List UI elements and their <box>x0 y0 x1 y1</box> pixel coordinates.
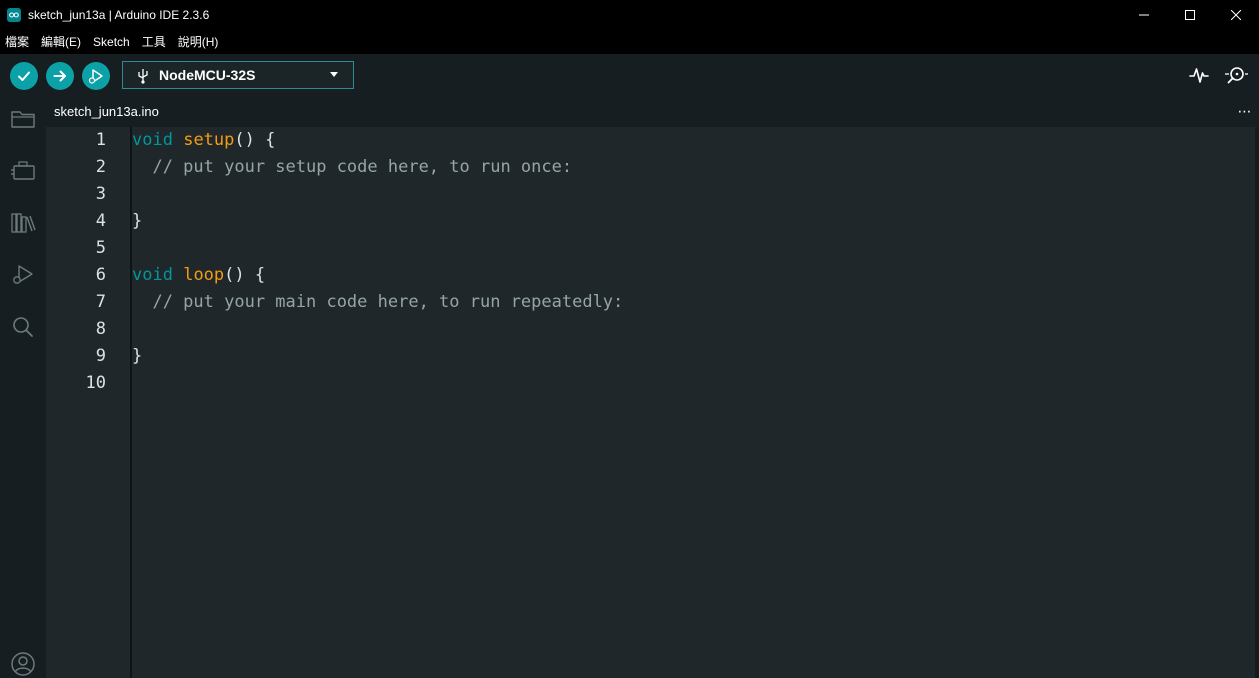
function-name: setup <box>183 130 235 150</box>
code-line: } <box>132 346 143 366</box>
title-bar: sketch_jun13a | Arduino IDE 2.3.6 <box>0 0 1259 29</box>
debug-panel-button[interactable] <box>9 261 37 289</box>
line-number-gutter: 1 2 3 4 5 6 7 8 9 10 <box>46 127 130 678</box>
code-line: void setup() { <box>132 130 275 150</box>
debug-icon <box>13 265 33 284</box>
board-selector[interactable]: NodeMCU-32S <box>122 61 354 89</box>
board-manager-icon <box>11 161 35 180</box>
line-number: 7 <box>95 292 106 312</box>
menu-file[interactable]: 檔案 <box>5 33 29 50</box>
ellipsis-icon: ⋯ <box>1237 102 1253 119</box>
line-number: 1 <box>95 130 106 150</box>
code-editor[interactable]: 1 2 3 4 5 6 7 8 9 10 void setup() { // p… <box>46 127 1259 678</box>
keyword: void <box>132 130 173 150</box>
code-line: // put your main code here, to run repea… <box>132 292 623 312</box>
activity-bar <box>0 96 46 678</box>
code-line: } <box>132 211 143 231</box>
arrow-right-icon <box>53 70 66 82</box>
library-icon <box>11 213 36 233</box>
code-punctuation: () { <box>234 130 276 150</box>
sketchbook-button[interactable] <box>9 105 37 133</box>
gutter-divider <box>130 127 132 678</box>
toolbar: NodeMCU-32S <box>0 54 1259 96</box>
serial-monitor-icon <box>1225 67 1248 84</box>
menu-bar: 檔案 編輯(E) Sketch 工具 說明(H) <box>0 29 1259 54</box>
maximize-button[interactable] <box>1167 0 1213 29</box>
close-button[interactable] <box>1213 0 1259 29</box>
code-line: // put your setup code here, to run once… <box>132 157 572 177</box>
code-comment: // put your main code here, to run repea… <box>132 292 624 312</box>
window-title: sketch_jun13a | Arduino IDE 2.3.6 <box>28 7 210 22</box>
upload-button[interactable] <box>46 62 74 90</box>
close-icon <box>1231 9 1241 20</box>
keyword: void <box>132 265 173 285</box>
menu-tools[interactable]: 工具 <box>142 33 166 50</box>
search-icon <box>13 317 33 337</box>
maximize-icon <box>1185 9 1195 20</box>
line-number: 10 <box>85 373 106 393</box>
board-name: NodeMCU-32S <box>159 67 256 83</box>
library-manager-button[interactable] <box>9 209 37 237</box>
menu-edit[interactable]: 編輯(E) <box>41 33 81 50</box>
debug-icon <box>88 69 103 84</box>
line-number: 5 <box>95 238 106 258</box>
minimize-button[interactable] <box>1121 0 1167 29</box>
serial-plotter-button[interactable] <box>1188 64 1210 91</box>
code-line: void loop() { <box>132 265 265 285</box>
board-manager-button[interactable] <box>9 157 37 185</box>
editor-tab-bar: sketch_jun13a.ino ⋯ <box>46 96 1259 127</box>
line-number: 3 <box>95 184 106 204</box>
arduino-logo-icon <box>7 7 21 22</box>
usb-icon <box>138 69 148 84</box>
debug-button[interactable] <box>82 62 110 90</box>
code-comment: // put your setup code here, to run once… <box>132 157 573 177</box>
folder-icon <box>11 111 35 128</box>
search-button[interactable] <box>9 313 37 341</box>
function-name: loop <box>183 265 225 285</box>
serial-monitor-button[interactable] <box>1224 64 1248 91</box>
menu-sketch[interactable]: Sketch <box>93 35 130 49</box>
menu-help[interactable]: 說明(H) <box>178 33 219 50</box>
checkmark-icon <box>18 71 30 81</box>
line-number: 9 <box>95 346 106 366</box>
account-button[interactable] <box>9 650 37 678</box>
line-number: 2 <box>95 157 106 177</box>
serial-plotter-icon <box>1189 68 1209 83</box>
code-punctuation: () { <box>224 265 266 285</box>
tab-sketch-file[interactable]: sketch_jun13a.ino <box>46 96 167 127</box>
line-number: 4 <box>95 211 106 231</box>
line-number: 8 <box>95 319 106 339</box>
line-number: 6 <box>95 265 106 285</box>
chevron-down-icon <box>330 72 338 77</box>
more-actions-button[interactable]: ⋯ <box>1237 101 1253 121</box>
tab-label: sketch_jun13a.ino <box>54 104 159 119</box>
editor-scrollbar[interactable] <box>1255 127 1259 678</box>
minimize-icon <box>1139 14 1149 15</box>
verify-button[interactable] <box>10 62 38 90</box>
account-icon <box>11 652 35 676</box>
